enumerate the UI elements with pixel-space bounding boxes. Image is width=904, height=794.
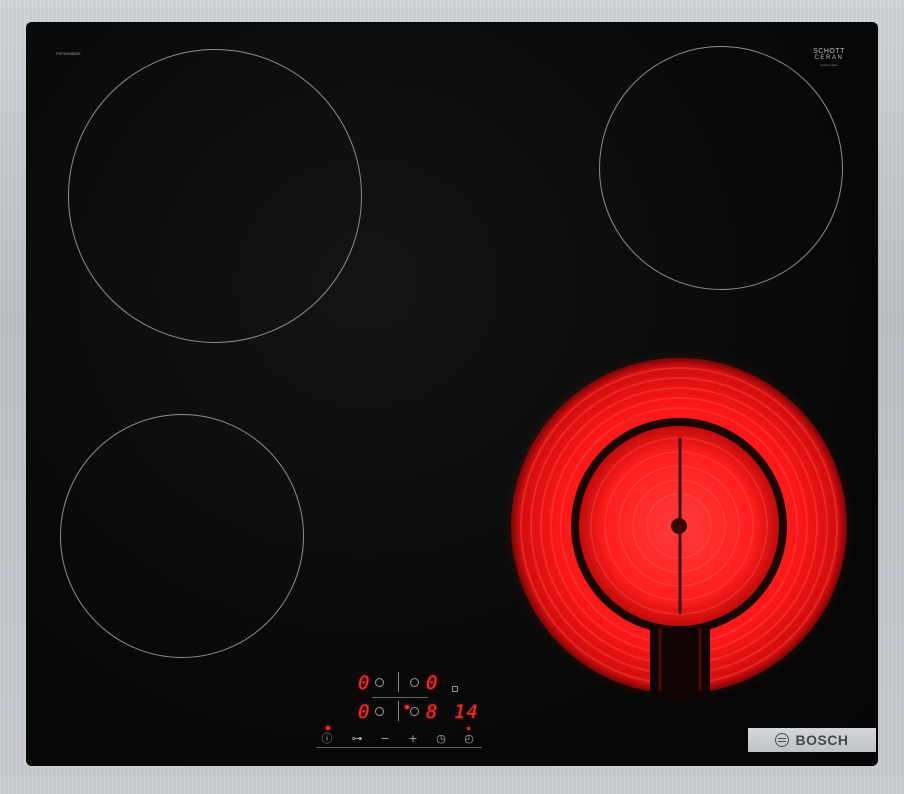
plus-button[interactable]: +	[406, 732, 420, 746]
brand-name: BOSCH	[795, 732, 849, 748]
timer-select-button[interactable]: ◷	[434, 732, 448, 746]
display-front-right: 8	[426, 701, 439, 723]
child-lock-button[interactable]: ⊶	[350, 732, 364, 746]
display-rear-left: 0	[358, 672, 371, 694]
minus-button[interactable]: −	[378, 732, 392, 746]
zone-indicator-rear-right	[410, 678, 419, 687]
power-button[interactable]: ⓘ	[320, 732, 334, 746]
power-indicator-dot	[326, 726, 330, 730]
cooking-zone-rear-right	[599, 46, 843, 290]
cooking-zone-rear-left	[68, 49, 362, 343]
zone-indicator-rear-left	[375, 678, 384, 687]
display-timer: 14	[454, 701, 479, 723]
display-separator	[398, 672, 399, 692]
display-separator-lower	[398, 701, 399, 721]
zone-select-icon	[452, 686, 458, 692]
zone-indicator-front-right	[410, 707, 419, 716]
cooking-zone-front-left	[60, 414, 304, 658]
ceramic-glass-label: ceramic glass	[819, 63, 839, 67]
bosch-logo-icon	[775, 733, 790, 747]
brand-plate: BOSCH	[748, 728, 876, 752]
display-front-left: 0	[358, 701, 371, 723]
display-rear-right: 0	[426, 672, 439, 694]
zone-indicator-front-left	[375, 707, 384, 716]
display-divider	[372, 697, 428, 698]
schott-ceran-logo: SCHOTT CERAN ceramic glass	[806, 48, 852, 67]
touch-control-strip	[316, 747, 482, 748]
timer-indicator-dot	[467, 727, 470, 730]
ceran-label: CERAN	[814, 55, 844, 61]
cooking-zone-front-right-glowing	[503, 350, 855, 702]
model-code: PKF645BB2E	[56, 51, 81, 56]
clock-button[interactable]: ◴	[462, 732, 476, 746]
active-zone-dot	[405, 705, 409, 709]
schott-label: SCHOTT	[813, 48, 845, 55]
